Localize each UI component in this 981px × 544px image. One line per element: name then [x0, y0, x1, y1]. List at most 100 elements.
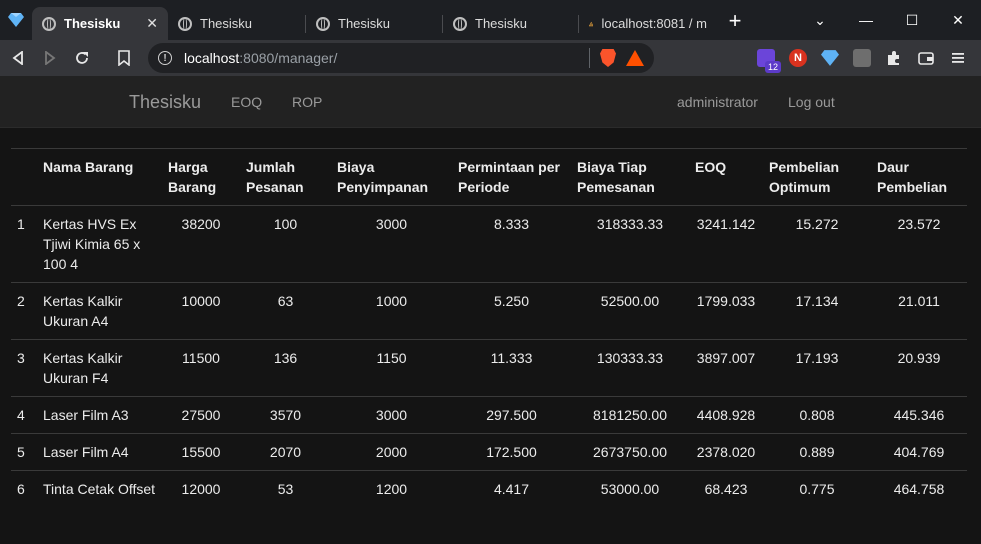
column-header-daur-pembelian: Daur Pembelian: [877, 159, 948, 195]
tab-search-icon[interactable]: [0, 0, 32, 40]
tab-thesisku-4[interactable]: Thesisku: [443, 7, 579, 40]
cell-jumlah-pesanan: 100: [273, 216, 298, 232]
cell-permintaan-per-periode: 172.500: [486, 444, 537, 460]
url-text[interactable]: localhost:8080/manager/: [184, 50, 337, 66]
column-header-harga-barang: Harga Barang: [168, 159, 217, 195]
browser-tabstrip: Thesisku ✕ Thesisku Thesisku Thesisku lo…: [0, 0, 981, 40]
reload-icon[interactable]: [66, 42, 98, 74]
wallet-icon[interactable]: [917, 49, 935, 67]
cell-eoq: 4408.928: [696, 407, 756, 423]
logout-link[interactable]: Log out: [788, 94, 835, 110]
table-row: 1 Kertas HVS Ex Tjiwi Kimia 65 x 100 4 3…: [11, 205, 967, 283]
close-window-icon[interactable]: ✕: [935, 0, 981, 40]
cell-harga-barang: 38200: [181, 216, 221, 232]
cell-harga-barang: 12000: [181, 481, 221, 497]
table-row: 3 Kertas Kalkir Ukuran F4 11500 136 1150…: [11, 339, 967, 397]
nav-link-eoq[interactable]: EOQ: [231, 94, 262, 110]
window-controls: ⌄ — ☐ ✕: [797, 0, 981, 40]
cell-daur-pembelian: 23.572: [897, 216, 941, 232]
cell-eoq: 2378.020: [696, 444, 756, 460]
cell-biaya-penyimpanan: 1000: [375, 293, 408, 309]
cell-daur-pembelian: 20.939: [897, 350, 941, 366]
globe-icon: [178, 16, 192, 31]
extension-n-icon[interactable]: N: [789, 49, 807, 67]
brand-link[interactable]: Thesisku: [129, 92, 201, 113]
cell-nama-barang: Kertas Kalkir Ukuran A4: [43, 293, 123, 329]
cell-pembelian-optimum: 0.889: [799, 444, 835, 460]
extensions-puzzle-icon[interactable]: [885, 49, 903, 67]
cell-daur-pembelian: 21.011: [898, 293, 940, 309]
cell-no: 5: [17, 444, 25, 460]
globe-icon: [453, 16, 467, 31]
brave-shields-icon[interactable]: [600, 49, 616, 67]
extension-gray-icon[interactable]: [853, 49, 871, 67]
address-bar[interactable]: ! localhost:8080/manager/: [148, 43, 654, 73]
cell-no: 6: [17, 481, 25, 497]
tab-phpmyadmin[interactable]: localhost:8081 / m: [579, 7, 717, 40]
column-header-nama-barang: Nama Barang: [43, 159, 134, 175]
cell-nama-barang: Tinta Cetak Offset: [43, 481, 156, 497]
cell-biaya-tiap-pemesanan: 130333.33: [596, 350, 664, 366]
cell-no: 3: [17, 350, 25, 366]
tab-thesisku-2[interactable]: Thesisku: [168, 7, 306, 40]
cell-pembelian-optimum: 17.134: [795, 293, 839, 309]
tab-title: Thesisku: [338, 16, 391, 31]
extensions-area: 12 N: [757, 49, 981, 73]
extension-badge: 12: [764, 61, 781, 73]
table-header-row: Nama Barang Harga Barang Jumlah Pesanan …: [11, 148, 967, 206]
cell-nama-barang: Kertas HVS Ex Tjiwi Kimia 65 x 100 4: [43, 216, 141, 272]
eoq-table: Nama Barang Harga Barang Jumlah Pesanan …: [11, 148, 967, 507]
cell-no: 4: [17, 407, 25, 423]
cell-pembelian-optimum: 0.808: [799, 407, 835, 423]
cell-biaya-penyimpanan: 3000: [375, 216, 408, 232]
cell-biaya-penyimpanan: 1200: [375, 481, 408, 497]
site-info-icon[interactable]: !: [158, 51, 172, 65]
cell-daur-pembelian: 445.346: [893, 407, 945, 423]
globe-icon: [316, 16, 330, 31]
app-navbar: Thesisku EOQ ROP administrator Log out: [0, 76, 981, 128]
cell-permintaan-per-periode: 8.333: [493, 216, 530, 232]
cell-daur-pembelian: 404.769: [893, 444, 945, 460]
cell-jumlah-pesanan: 53: [277, 481, 294, 497]
tab-thesisku-3[interactable]: Thesisku: [306, 7, 443, 40]
back-icon[interactable]: [2, 42, 34, 74]
tab-title: Thesisku: [64, 16, 121, 31]
cell-pembelian-optimum: 17.193: [795, 350, 839, 366]
cell-jumlah-pesanan: 136: [273, 350, 298, 366]
column-header-pembelian-optimum: Pembelian Optimum: [769, 159, 840, 195]
cell-pembelian-optimum: 0.775: [799, 481, 835, 497]
column-header-number: [11, 149, 37, 206]
cell-biaya-penyimpanan: 3000: [375, 407, 408, 423]
minimize-icon[interactable]: —: [843, 0, 889, 40]
close-tab-icon[interactable]: ✕: [146, 15, 158, 32]
cell-eoq: 68.423: [704, 481, 748, 497]
cell-harga-barang: 11500: [182, 350, 220, 366]
tab-title: Thesisku: [200, 16, 253, 31]
maximize-icon[interactable]: ☐: [889, 0, 935, 40]
bookmark-icon[interactable]: [108, 42, 140, 74]
cell-harga-barang: 27500: [181, 407, 221, 423]
phpmyadmin-icon: [589, 21, 594, 26]
column-header-jumlah-pesanan: Jumlah Pesanan: [246, 159, 304, 195]
new-tab-button[interactable]: +: [717, 2, 753, 40]
cell-permintaan-per-periode: 4.417: [493, 481, 530, 497]
nav-link-rop[interactable]: ROP: [292, 94, 322, 110]
brave-rewards-icon[interactable]: [626, 50, 644, 66]
table-row: 4 Laser Film A3 27500 3570 3000 297.500 …: [11, 396, 967, 434]
cell-biaya-penyimpanan: 1150: [376, 350, 407, 366]
cell-jumlah-pesanan: 2070: [269, 444, 302, 460]
table-row: 6 Tinta Cetak Offset 12000 53 1200 4.417…: [11, 470, 967, 508]
tab-thesisku-active[interactable]: Thesisku ✕: [32, 7, 168, 40]
cell-harga-barang: 15500: [181, 444, 221, 460]
cell-biaya-tiap-pemesanan: 53000.00: [600, 481, 660, 497]
cell-eoq: 1799.033: [696, 293, 756, 309]
cell-no: 1: [17, 216, 25, 232]
menu-icon[interactable]: [949, 49, 967, 67]
cell-biaya-tiap-pemesanan: 52500.00: [600, 293, 660, 309]
extension-diamond-icon[interactable]: [821, 49, 839, 67]
extension-purple-icon[interactable]: 12: [757, 49, 781, 73]
cell-daur-pembelian: 464.758: [893, 481, 945, 497]
tab-list-chevron-icon[interactable]: ⌄: [797, 0, 843, 40]
forward-icon[interactable]: [34, 42, 66, 74]
nav-user-administrator[interactable]: administrator: [677, 94, 758, 110]
